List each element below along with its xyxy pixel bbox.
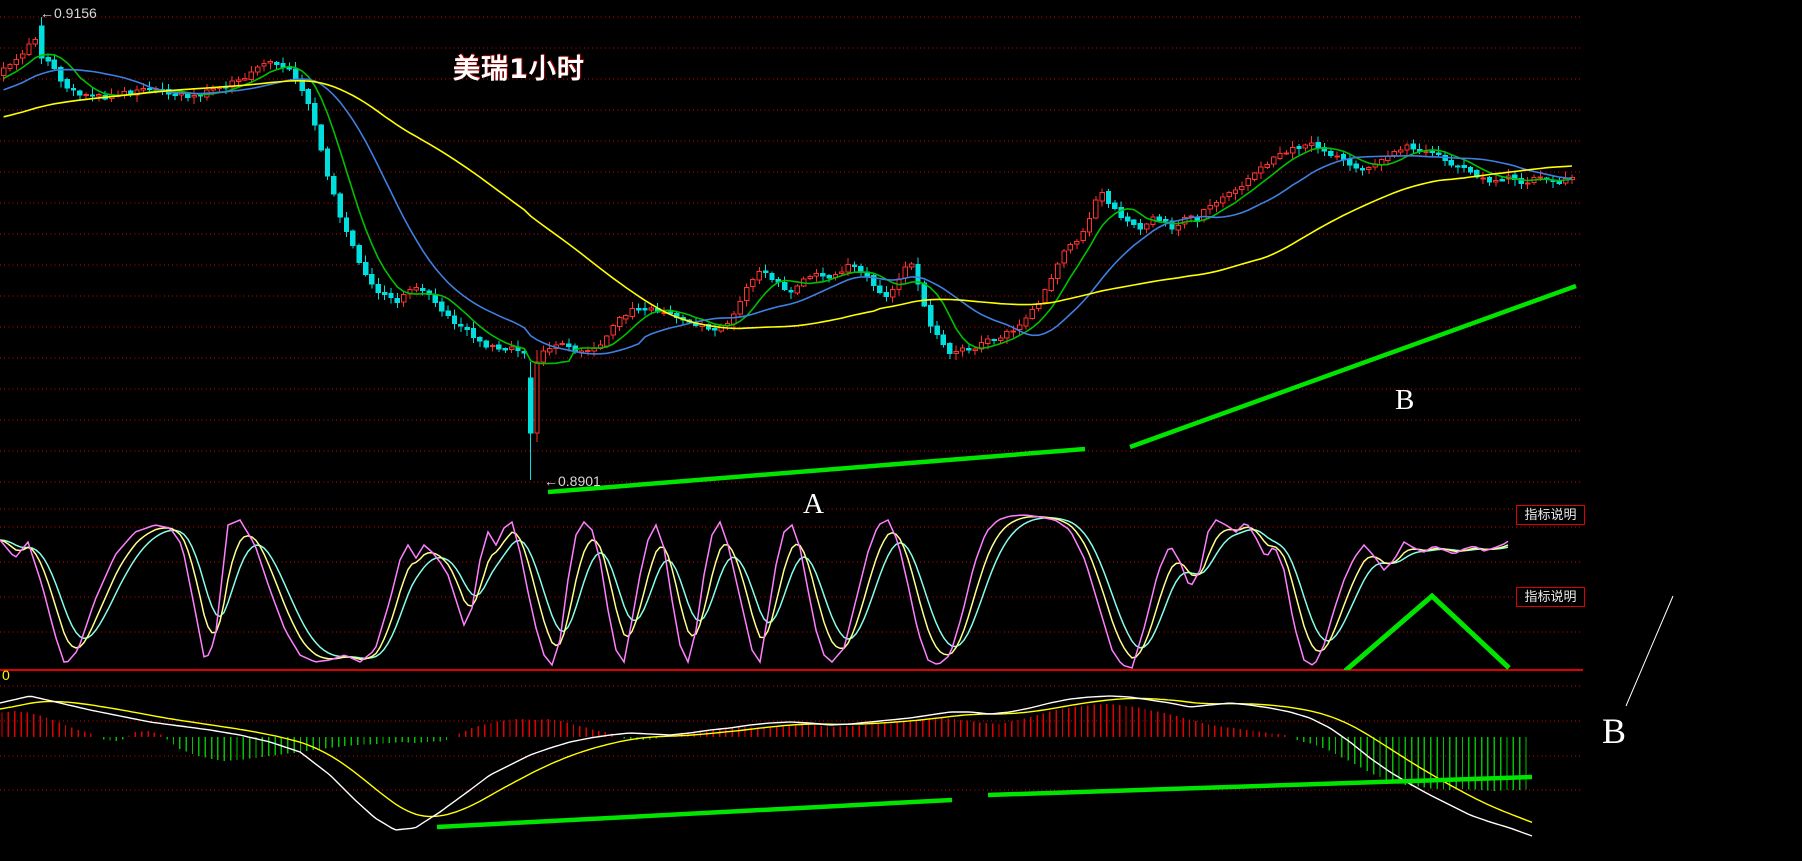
indicator-help-button-oscillator[interactable]: 指标说明: [1516, 505, 1585, 525]
macd-histogram: [1, 704, 1527, 791]
low-price-label: ←0.8901: [544, 473, 601, 489]
high-price-label: ←0.9156: [40, 5, 97, 21]
ma-line-MA-fast: [3, 53, 1573, 365]
moving-averages: [3, 53, 1573, 365]
macd-dif-line: [0, 695, 1533, 837]
indicator-help-button-macd[interactable]: 指标说明: [1516, 587, 1585, 607]
oscillator-lines: [0, 514, 1511, 670]
grid-lines: [0, 16, 1583, 791]
annotation-line-b: [1625, 595, 1674, 707]
macd-dea-line: [0, 697, 1533, 823]
chart-canvas: [0, 16, 1674, 837]
green-caret-annotation: [1343, 592, 1511, 670]
annotation-b-main-label: B: [1395, 384, 1415, 416]
annotation-b-bottom-label: B: [1602, 711, 1627, 751]
page-title: 美瑞1小时: [453, 54, 585, 85]
annotation-a-label: A: [803, 488, 824, 520]
ma-line-MA-mid: [3, 68, 1573, 355]
trading-app-window: ←0.9156 美瑞1小时 ←0.8901 A B 指标说明 指标说明 0 B: [0, 0, 1802, 861]
macd-zero-label: 0: [2, 667, 10, 683]
macd-lines: [0, 695, 1533, 837]
macd-trendlines: [436, 774, 1533, 830]
ma-line-MA-slow: [3, 80, 1573, 330]
